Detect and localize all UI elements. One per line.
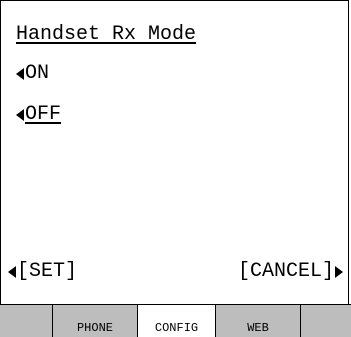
- option-on-label: ON: [25, 62, 50, 85]
- cancel-softkey[interactable]: [CANCEL]: [238, 260, 343, 284]
- left-arrow-icon: [16, 68, 24, 80]
- tab-phone[interactable]: PHONE: [53, 305, 138, 337]
- option-off-label: OFF: [25, 103, 62, 126]
- set-softkey-label: [SET]: [17, 260, 78, 283]
- phone-screen: Handset Rx Mode ON OFF [SET] [CANCEL] PH…: [0, 0, 351, 337]
- option-on[interactable]: ON: [16, 62, 49, 86]
- set-softkey[interactable]: [SET]: [8, 260, 77, 284]
- tab-blank-right[interactable]: [301, 305, 351, 337]
- tab-bar: PHONE CONFIG WEB: [0, 304, 351, 337]
- page-title: Handset Rx Mode: [16, 23, 197, 46]
- tab-web[interactable]: WEB: [216, 305, 301, 337]
- tab-blank-left[interactable]: [0, 305, 53, 337]
- tab-config[interactable]: CONFIG: [138, 305, 216, 337]
- cancel-softkey-label: [CANCEL]: [237, 260, 334, 283]
- right-arrow-icon: [335, 266, 343, 278]
- left-arrow-icon: [8, 266, 16, 278]
- option-off[interactable]: OFF: [16, 103, 61, 127]
- left-arrow-icon: [16, 109, 24, 121]
